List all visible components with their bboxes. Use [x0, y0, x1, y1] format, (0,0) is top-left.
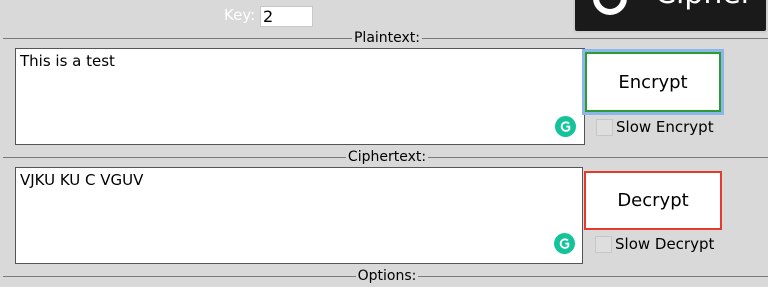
- key-input[interactable]: 2: [260, 6, 313, 27]
- slow-decrypt-label: Slow Decrypt: [615, 235, 715, 253]
- plaintext-textarea[interactable]: This is a test: [15, 48, 585, 145]
- slow-encrypt-label: Slow Encrypt: [616, 118, 714, 136]
- slow-encrypt-checkbox-row[interactable]: Slow Encrypt: [596, 118, 714, 136]
- grammarly-icon[interactable]: [555, 116, 576, 137]
- slow-decrypt-checkbox[interactable]: [595, 235, 612, 253]
- key-label: Key:: [224, 6, 256, 24]
- decrypt-button[interactable]: Decrypt: [584, 171, 722, 230]
- power-ring-icon: [593, 0, 627, 15]
- ciphertext-textarea[interactable]: VJKU KU C VGUV: [15, 167, 583, 264]
- cipher-button[interactable]: Cipher: [573, 0, 768, 33]
- encrypt-button[interactable]: Encrypt: [585, 52, 721, 112]
- slow-encrypt-checkbox[interactable]: [596, 118, 613, 136]
- grammarly-icon[interactable]: [554, 233, 575, 254]
- key-row: Key: 2 Cipher: [0, 0, 768, 34]
- cipher-button-label: Cipher: [655, 0, 753, 11]
- ciphertext-title: Ciphertext:: [345, 149, 429, 165]
- plaintext-title: Plaintext:: [351, 30, 423, 46]
- slow-decrypt-checkbox-row[interactable]: Slow Decrypt: [595, 235, 714, 253]
